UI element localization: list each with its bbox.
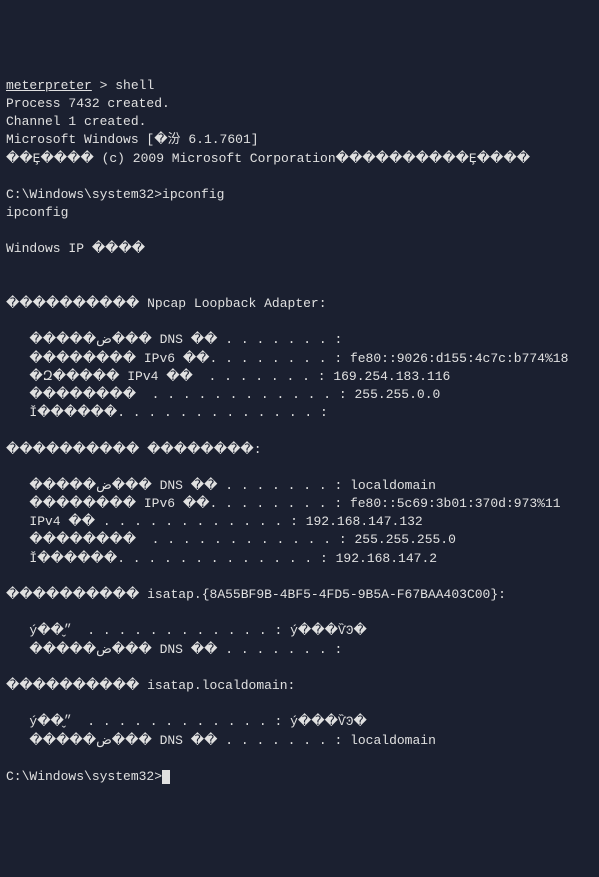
adapter4-status: ý��״̬ . . . . . . . . . . . . : ý���ѶϿ�: [6, 714, 367, 729]
channel-created-line: Channel 1 created.: [6, 114, 146, 129]
cursor-icon[interactable]: [162, 770, 170, 784]
copyright-line: ��Ȩ���� (c) 2009 Microsoft Corporation��…: [6, 151, 530, 166]
terminal-output: meterpreter > shell Process 7432 created…: [6, 77, 593, 786]
adapter2-dns: �����ض��� DNS ��׺ . . . . . . . : locald…: [6, 478, 436, 493]
adapter3-header: ���������� isatap.{8A55BF9B-4BF5-4FD5-9B…: [6, 587, 506, 602]
adapter2-gateway: Ĭ������. . . . . . . . . . . . . : 192.1…: [6, 551, 437, 566]
adapter2-mask: �������� . . . . . . . . . . . . : 255.2…: [6, 532, 456, 547]
meterpreter-prompt: meterpreter: [6, 78, 92, 93]
cmd-prompt: C:\Windows\system32>: [6, 187, 162, 202]
cmd-prompt: C:\Windows\system32>: [6, 769, 162, 784]
adapter2-ipv6: �������� IPv6 ��. . . . . . . . : fe80::…: [6, 496, 561, 511]
adapter2-ipv4: IPv4 �� . . . . . . . . . . . . : 192.16…: [6, 514, 423, 529]
adapter2-header: ���������� ��������:: [6, 442, 262, 457]
adapter1-dns: �����ض��� DNS ��׺ . . . . . . . :: [6, 332, 342, 347]
shell-command: shell: [115, 78, 154, 93]
adapter3-status: ý��״̬ . . . . . . . . . . . . : ý���ѶϿ�: [6, 623, 367, 638]
adapter1-ipv6: �������� IPv6 ��. . . . . . . . : fe80::…: [6, 351, 568, 366]
adapter1-header: ���������� Npcap Loopback Adapter:: [6, 296, 327, 311]
adapter4-dns: �����ض��� DNS ��׺ . . . . . . . : locald…: [6, 733, 436, 748]
adapter1-ipv4: �Զ����� IPv4 �� . . . . . . . : 169.254.…: [6, 369, 450, 384]
windows-version-line: Microsoft Windows [�汾 6.1.7601]: [6, 132, 259, 147]
ipconfig-echo: ipconfig: [6, 205, 68, 220]
windows-ip-line: Windows IP ����: [6, 241, 145, 256]
adapter3-dns: �����ض��� DNS ��׺ . . . . . . . :: [6, 642, 342, 657]
process-created-line: Process 7432 created.: [6, 96, 170, 111]
ipconfig-command: ipconfig: [162, 187, 224, 202]
prompt-suffix: >: [92, 78, 115, 93]
adapter4-header: ���������� isatap.localdomain:: [6, 678, 295, 693]
adapter1-mask: �������� . . . . . . . . . . . . : 255.2…: [6, 387, 440, 402]
adapter1-gateway: Ĭ������. . . . . . . . . . . . . :: [6, 405, 328, 420]
